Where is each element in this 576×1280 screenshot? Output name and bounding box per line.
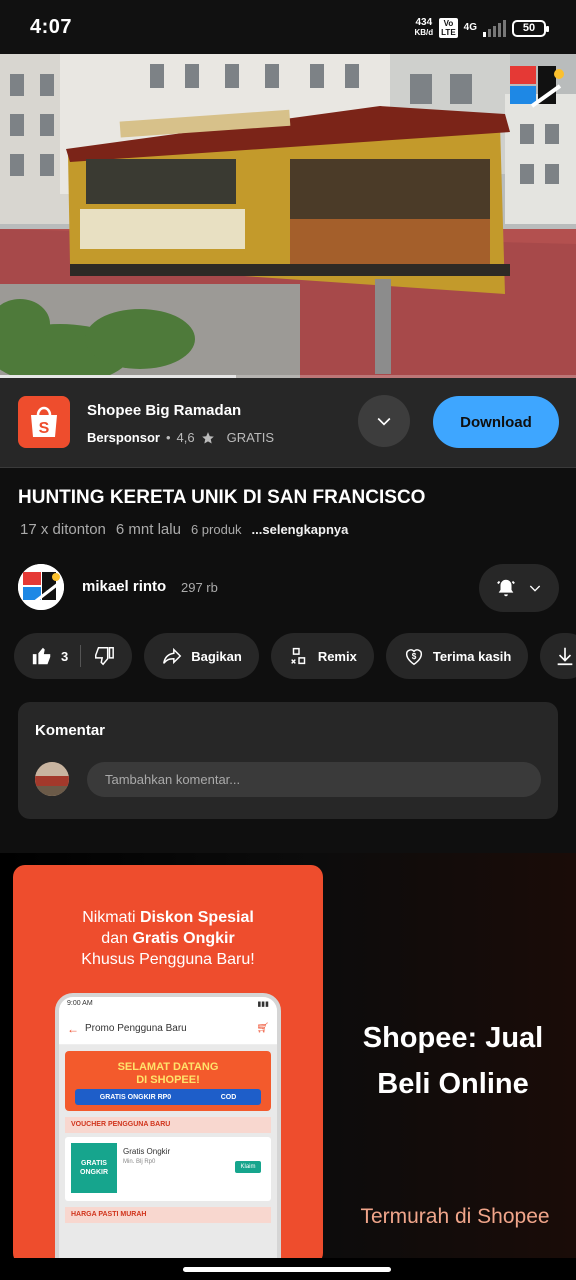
channel-name[interactable]: mikael rinto [82, 578, 166, 595]
battery-icon: 50 [512, 19, 549, 37]
voucher-claim: Klaim [235, 1161, 261, 1173]
ad-rating: 4,6 [176, 430, 195, 445]
promo-title: Shopee: Jual Beli Online [362, 1022, 544, 1100]
voucher-badge: GRATIS ONGKIR [71, 1143, 117, 1193]
signal-icon [483, 19, 506, 37]
thumbs-up-icon[interactable] [31, 645, 53, 667]
shopee-app-icon[interactable]: S [18, 396, 70, 448]
voucher-title: Gratis Ongkir [123, 1147, 171, 1156]
download-icon [558, 647, 573, 666]
network-speed-value: 434 [415, 17, 433, 28]
thanks-label: Terima kasih [432, 648, 512, 664]
home-gesture-handle[interactable] [183, 1267, 391, 1272]
share-button[interactable]: Bagikan [144, 633, 259, 679]
promo-tagline: Termurah di Shopee [360, 1205, 550, 1228]
headline-text: dan [101, 930, 133, 947]
bell-icon [497, 579, 515, 597]
status-bar: 4:07 434 KB/d Vo LTE 4G 50 [0, 0, 576, 54]
remix-label: Remix [317, 648, 357, 664]
notification-settings-button[interactable] [479, 564, 559, 612]
comments-section[interactable]: Komentar Tambahkan komentar... [18, 702, 558, 819]
product-count: 6 produk [190, 522, 242, 537]
channel-watermark-icon [510, 66, 564, 108]
remix-icon [290, 647, 306, 665]
share-icon [163, 647, 182, 665]
user-avatar [35, 762, 69, 796]
thumbs-down-icon[interactable] [93, 645, 115, 667]
subscriber-count: 297 rb [181, 580, 218, 595]
network-type: 4G [463, 22, 477, 33]
headline-text: Khusus Pengguna Baru! [81, 951, 255, 968]
download-video-button[interactable] [540, 633, 576, 679]
chevron-down-icon [377, 417, 391, 426]
battery-level: 50 [522, 22, 536, 34]
phone-header: ← Promo Pengguna Baru 🛒︎ [59, 1013, 277, 1045]
comment-input[interactable]: Tambahkan komentar... [87, 762, 541, 797]
ad-price: GRATIS [226, 430, 275, 445]
svg-text:S: S [39, 420, 50, 437]
show-more-link[interactable]: ...selengkapnya [252, 522, 349, 537]
network-speed-unit: KB/d [414, 28, 434, 37]
system-nav-bar [0, 1258, 576, 1280]
thanks-button[interactable]: $ Terima kasih [385, 633, 529, 679]
voucher-card: GRATIS ONGKIR Gratis Ongkir Min. Blj Rp0… [65, 1137, 271, 1201]
phone-status-bar: 9:00 AM ▮▮▮ [59, 997, 277, 1013]
ad-app-name[interactable]: Shopee Big Ramadan [87, 402, 241, 419]
harga-section-label: HARGA PASTI MURAH [65, 1207, 271, 1223]
volte-icon: Vo LTE [439, 18, 458, 38]
phone-time: 9:00 AM [67, 1000, 93, 1007]
status-time: 4:07 [30, 15, 73, 38]
meta-dot: • [165, 430, 171, 445]
banner-line2: DI SHOPEE! [136, 1074, 200, 1086]
channel-avatar[interactable] [18, 564, 64, 610]
shopping-bag-icon: S [31, 406, 57, 437]
banner-gratis: GRATIS ONGKIR RP0 [99, 1093, 172, 1101]
download-button[interactable]: Download [433, 396, 559, 448]
comments-title: Komentar [35, 722, 106, 739]
video-meta[interactable]: 17 x ditonton 6 mnt lalu 6 produk ...sel… [20, 521, 348, 538]
phone-signal-icon: ▮▮▮ [257, 1001, 269, 1008]
status-icons: 434 KB/d Vo LTE 4G 50 [414, 18, 549, 38]
share-label: Bagikan [191, 648, 242, 664]
banner-line1: SELAMAT DATANG [117, 1061, 219, 1073]
welcome-banner: SELAMAT DATANG DI SHOPEE! GRATIS ONGKIR … [65, 1051, 271, 1111]
phone-mockup: 9:00 AM ▮▮▮ ← Promo Pengguna Baru 🛒︎ SEL… [55, 993, 281, 1258]
headline-text: Nikmati [82, 909, 140, 926]
back-arrow-icon: ← [67, 1021, 79, 1036]
ad-bar[interactable]: S Shopee Big Ramadan Bersponsor • 4,6 GR… [0, 378, 576, 468]
headline-emphasis: Diskon Spesial [139, 909, 254, 926]
voucher-subtitle: Min. Blj Rp0 [123, 1159, 156, 1165]
ad-meta: Bersponsor • 4,6 GRATIS [87, 430, 274, 445]
divider [80, 645, 82, 667]
user-photo-icon [35, 762, 69, 796]
view-count: 17 x ditonton [20, 521, 106, 538]
channel-logo-icon [18, 564, 64, 610]
action-bar: 3 Bagikan Remix $ Terima kasih [14, 633, 576, 679]
heart-dollar-icon: $ [405, 649, 422, 666]
like-count: 3 [61, 648, 69, 664]
ad-collapse-button[interactable] [358, 395, 410, 447]
network-speed: 434 KB/d [414, 18, 433, 38]
remix-button[interactable]: Remix [270, 633, 374, 679]
voucher-section-label: VOUCHER PENGGUNA BARU [65, 1117, 271, 1133]
channel-row[interactable]: mikael rinto 297 rb [0, 562, 576, 614]
promo-card: Nikmati Diskon Spesial dan Gratis Ongkir… [13, 865, 323, 1258]
sponsored-label: Bersponsor [87, 430, 160, 445]
upload-time: 6 mnt lalu [115, 521, 181, 538]
star-icon [201, 431, 214, 444]
like-dislike-button[interactable]: 3 [14, 633, 133, 679]
banner-cod: COD [220, 1093, 237, 1101]
video-player[interactable] [0, 54, 576, 378]
svg-text:$: $ [412, 652, 417, 661]
phone-header-title: Promo Pengguna Baru [85, 1023, 187, 1034]
headline-emphasis: Gratis Ongkir [132, 930, 235, 947]
banner-strip: GRATIS ONGKIR RP0 COD [75, 1089, 261, 1105]
chevron-down-icon [529, 585, 541, 592]
video-frame [0, 54, 576, 378]
promo-ad-creative[interactable]: Nikmati Diskon Spesial dan Gratis Ongkir… [0, 853, 576, 1258]
cart-icon: 🛒︎ [256, 1023, 269, 1034]
video-title[interactable]: HUNTING KERETA UNIK DI SAN FRANCISCO [18, 487, 558, 509]
promo-headline: Nikmati Diskon Spesial dan Gratis Ongkir… [13, 907, 323, 970]
